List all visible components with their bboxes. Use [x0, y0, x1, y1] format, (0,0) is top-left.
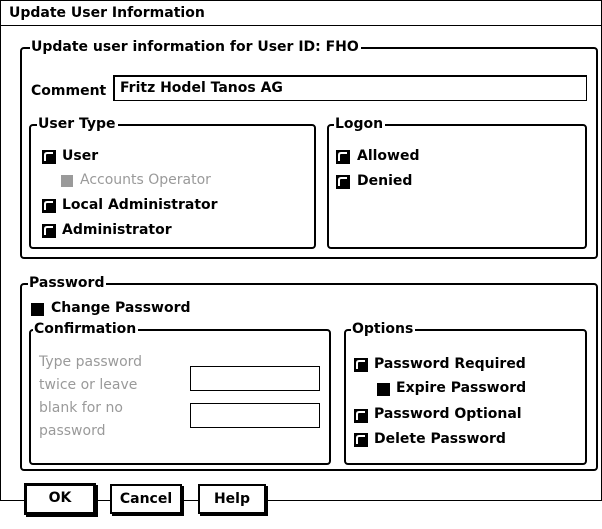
radio-allowed-icon[interactable]: [336, 150, 350, 164]
confirmation-legend: Confirmation: [33, 321, 139, 337]
radio-password-optional-label: Password Optional: [374, 406, 522, 422]
radio-user-label: User: [62, 148, 99, 164]
expire-password-label: Expire Password: [396, 380, 527, 396]
confirmation-hint-line4: password: [39, 423, 106, 439]
password-legend: Password: [28, 275, 107, 291]
confirmation-hint-line1: Type password: [39, 354, 143, 370]
password-field-2[interactable]: [190, 403, 320, 428]
title-bar: Update User Information: [0, 0, 602, 26]
radio-allowed-label: Allowed: [357, 148, 420, 164]
radio-password-required-label: Password Required: [374, 356, 526, 372]
radio-local-admin-icon[interactable]: [42, 199, 56, 213]
help-button[interactable]: Help: [198, 484, 266, 514]
radio-denied-icon[interactable]: [336, 175, 350, 189]
radio-delete-password-icon[interactable]: [354, 433, 368, 447]
accounts-operator-checkbox: [61, 175, 73, 187]
confirmation-group: [29, 329, 331, 465]
cancel-button[interactable]: Cancel: [110, 484, 182, 514]
radio-password-required-icon[interactable]: [354, 358, 368, 372]
radio-local-admin-label: Local Administrator: [62, 197, 218, 213]
radio-administrator-icon[interactable]: [42, 224, 56, 238]
logon-legend: Logon: [334, 116, 386, 132]
ok-button[interactable]: OK: [24, 483, 96, 515]
radio-password-optional-icon[interactable]: [354, 409, 368, 423]
user-type-legend: User Type: [37, 116, 118, 132]
expire-password-checkbox[interactable]: [377, 383, 390, 396]
comment-label: Comment: [31, 83, 107, 99]
comment-input[interactable]: Fritz Hodel Tanos AG: [113, 75, 587, 101]
confirmation-hint-line2: twice or leave: [39, 377, 138, 393]
confirmation-hint-line3: blank for no: [39, 400, 123, 416]
change-password-checkbox[interactable]: [31, 303, 44, 316]
password-field-1[interactable]: [190, 366, 320, 391]
change-password-label: Change Password: [51, 300, 191, 316]
radio-user-icon[interactable]: [42, 150, 56, 164]
accounts-operator-label: Accounts Operator: [80, 172, 211, 188]
radio-denied-label: Denied: [357, 173, 413, 189]
comment-value: Fritz Hodel Tanos AG: [120, 80, 283, 96]
radio-administrator-label: Administrator: [62, 222, 172, 238]
options-legend: Options: [351, 321, 416, 337]
main-group-legend: Update user information for User ID: FHO: [30, 39, 361, 55]
radio-delete-password-label: Delete Password: [374, 431, 506, 447]
window-title: Update User Information: [9, 5, 205, 21]
